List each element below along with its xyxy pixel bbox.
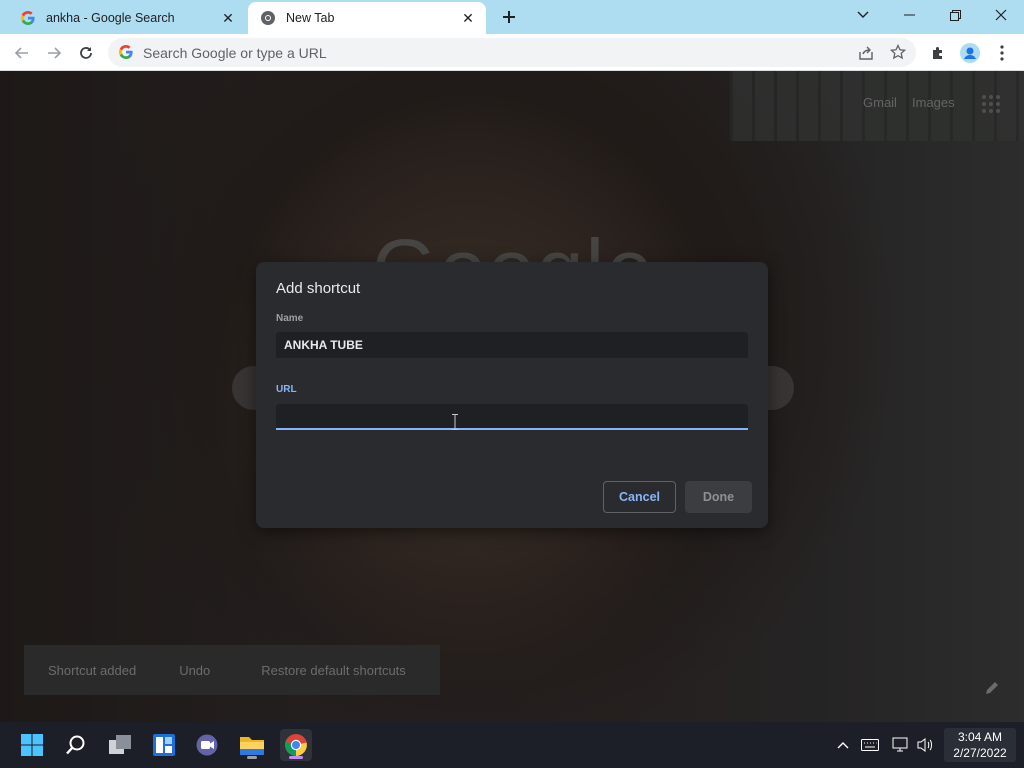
profile-avatar-icon[interactable] (957, 40, 983, 66)
tab-new-tab[interactable]: New Tab ✕ (248, 2, 486, 34)
system-clock[interactable]: 3:04 AM 2/27/2022 (944, 728, 1016, 762)
active-indicator (289, 756, 303, 759)
browser-toolbar (0, 34, 1024, 71)
add-shortcut-dialog: Add shortcut Name URL Cancel Done (256, 262, 768, 528)
name-field[interactable] (276, 332, 748, 358)
google-g-icon (118, 44, 134, 65)
widgets-icon[interactable] (148, 729, 180, 761)
cancel-button[interactable]: Cancel (603, 481, 676, 513)
chrome-icon (260, 10, 276, 26)
chrome-taskbar-icon[interactable] (280, 729, 312, 761)
tab-title: ankha - Google Search (46, 11, 175, 25)
windows-start-icon[interactable] (16, 729, 48, 761)
reload-icon[interactable] (73, 40, 99, 66)
keyboard-icon[interactable] (861, 736, 879, 754)
minimize-icon[interactable] (886, 0, 932, 30)
clock-date: 2/27/2022 (953, 746, 1007, 760)
windows-taskbar: 3:04 AM 2/27/2022 (0, 722, 1024, 768)
omnibox[interactable] (108, 38, 916, 67)
undo-button[interactable]: Undo (179, 663, 210, 678)
search-icon[interactable] (60, 729, 92, 761)
show-hidden-icons-chevron-icon[interactable] (834, 736, 852, 754)
bookmark-star-icon[interactable] (889, 43, 907, 65)
volume-icon[interactable] (917, 736, 935, 754)
restore-icon[interactable] (932, 0, 978, 30)
new-tab-plus-icon[interactable] (498, 6, 520, 28)
running-indicator (247, 756, 257, 759)
url-label: URL (276, 384, 297, 395)
close-window-icon[interactable] (978, 0, 1024, 30)
share-icon[interactable] (858, 45, 874, 66)
dialog-title: Add shortcut (276, 280, 361, 297)
tab-strip: ankha - Google Search ✕ New Tab ✕ (0, 0, 1024, 34)
text-cursor-icon (452, 414, 458, 430)
close-tab-icon[interactable]: ✕ (458, 8, 478, 28)
file-explorer-icon[interactable] (236, 729, 268, 761)
toast-message: Shortcut added (48, 662, 137, 678)
tab-google-search[interactable]: ankha - Google Search ✕ (8, 2, 246, 34)
chat-camera-icon[interactable] (192, 729, 224, 761)
back-arrow-icon[interactable] (9, 40, 35, 66)
shortcut-toast: Shortcut added Undo Restore default shor… (24, 645, 440, 695)
tab-search-chevron-icon[interactable] (840, 0, 886, 30)
forward-arrow-icon[interactable] (41, 40, 67, 66)
restore-default-shortcuts-button[interactable]: Restore default shortcuts (261, 663, 406, 678)
menu-kebab-icon[interactable] (989, 40, 1015, 66)
close-tab-icon[interactable]: ✕ (218, 8, 238, 28)
extensions-puzzle-icon[interactable] (925, 40, 951, 66)
name-label: Name (276, 313, 304, 324)
network-icon[interactable] (892, 736, 910, 754)
task-view-icon[interactable] (104, 729, 136, 761)
done-button[interactable]: Done (685, 481, 752, 513)
omnibox-input[interactable] (141, 38, 821, 67)
url-field[interactable] (276, 404, 748, 430)
clock-time: 3:04 AM (957, 730, 1003, 744)
google-g-icon (20, 10, 36, 26)
customize-pencil-icon[interactable] (984, 680, 1000, 696)
tab-title: New Tab (286, 11, 335, 25)
